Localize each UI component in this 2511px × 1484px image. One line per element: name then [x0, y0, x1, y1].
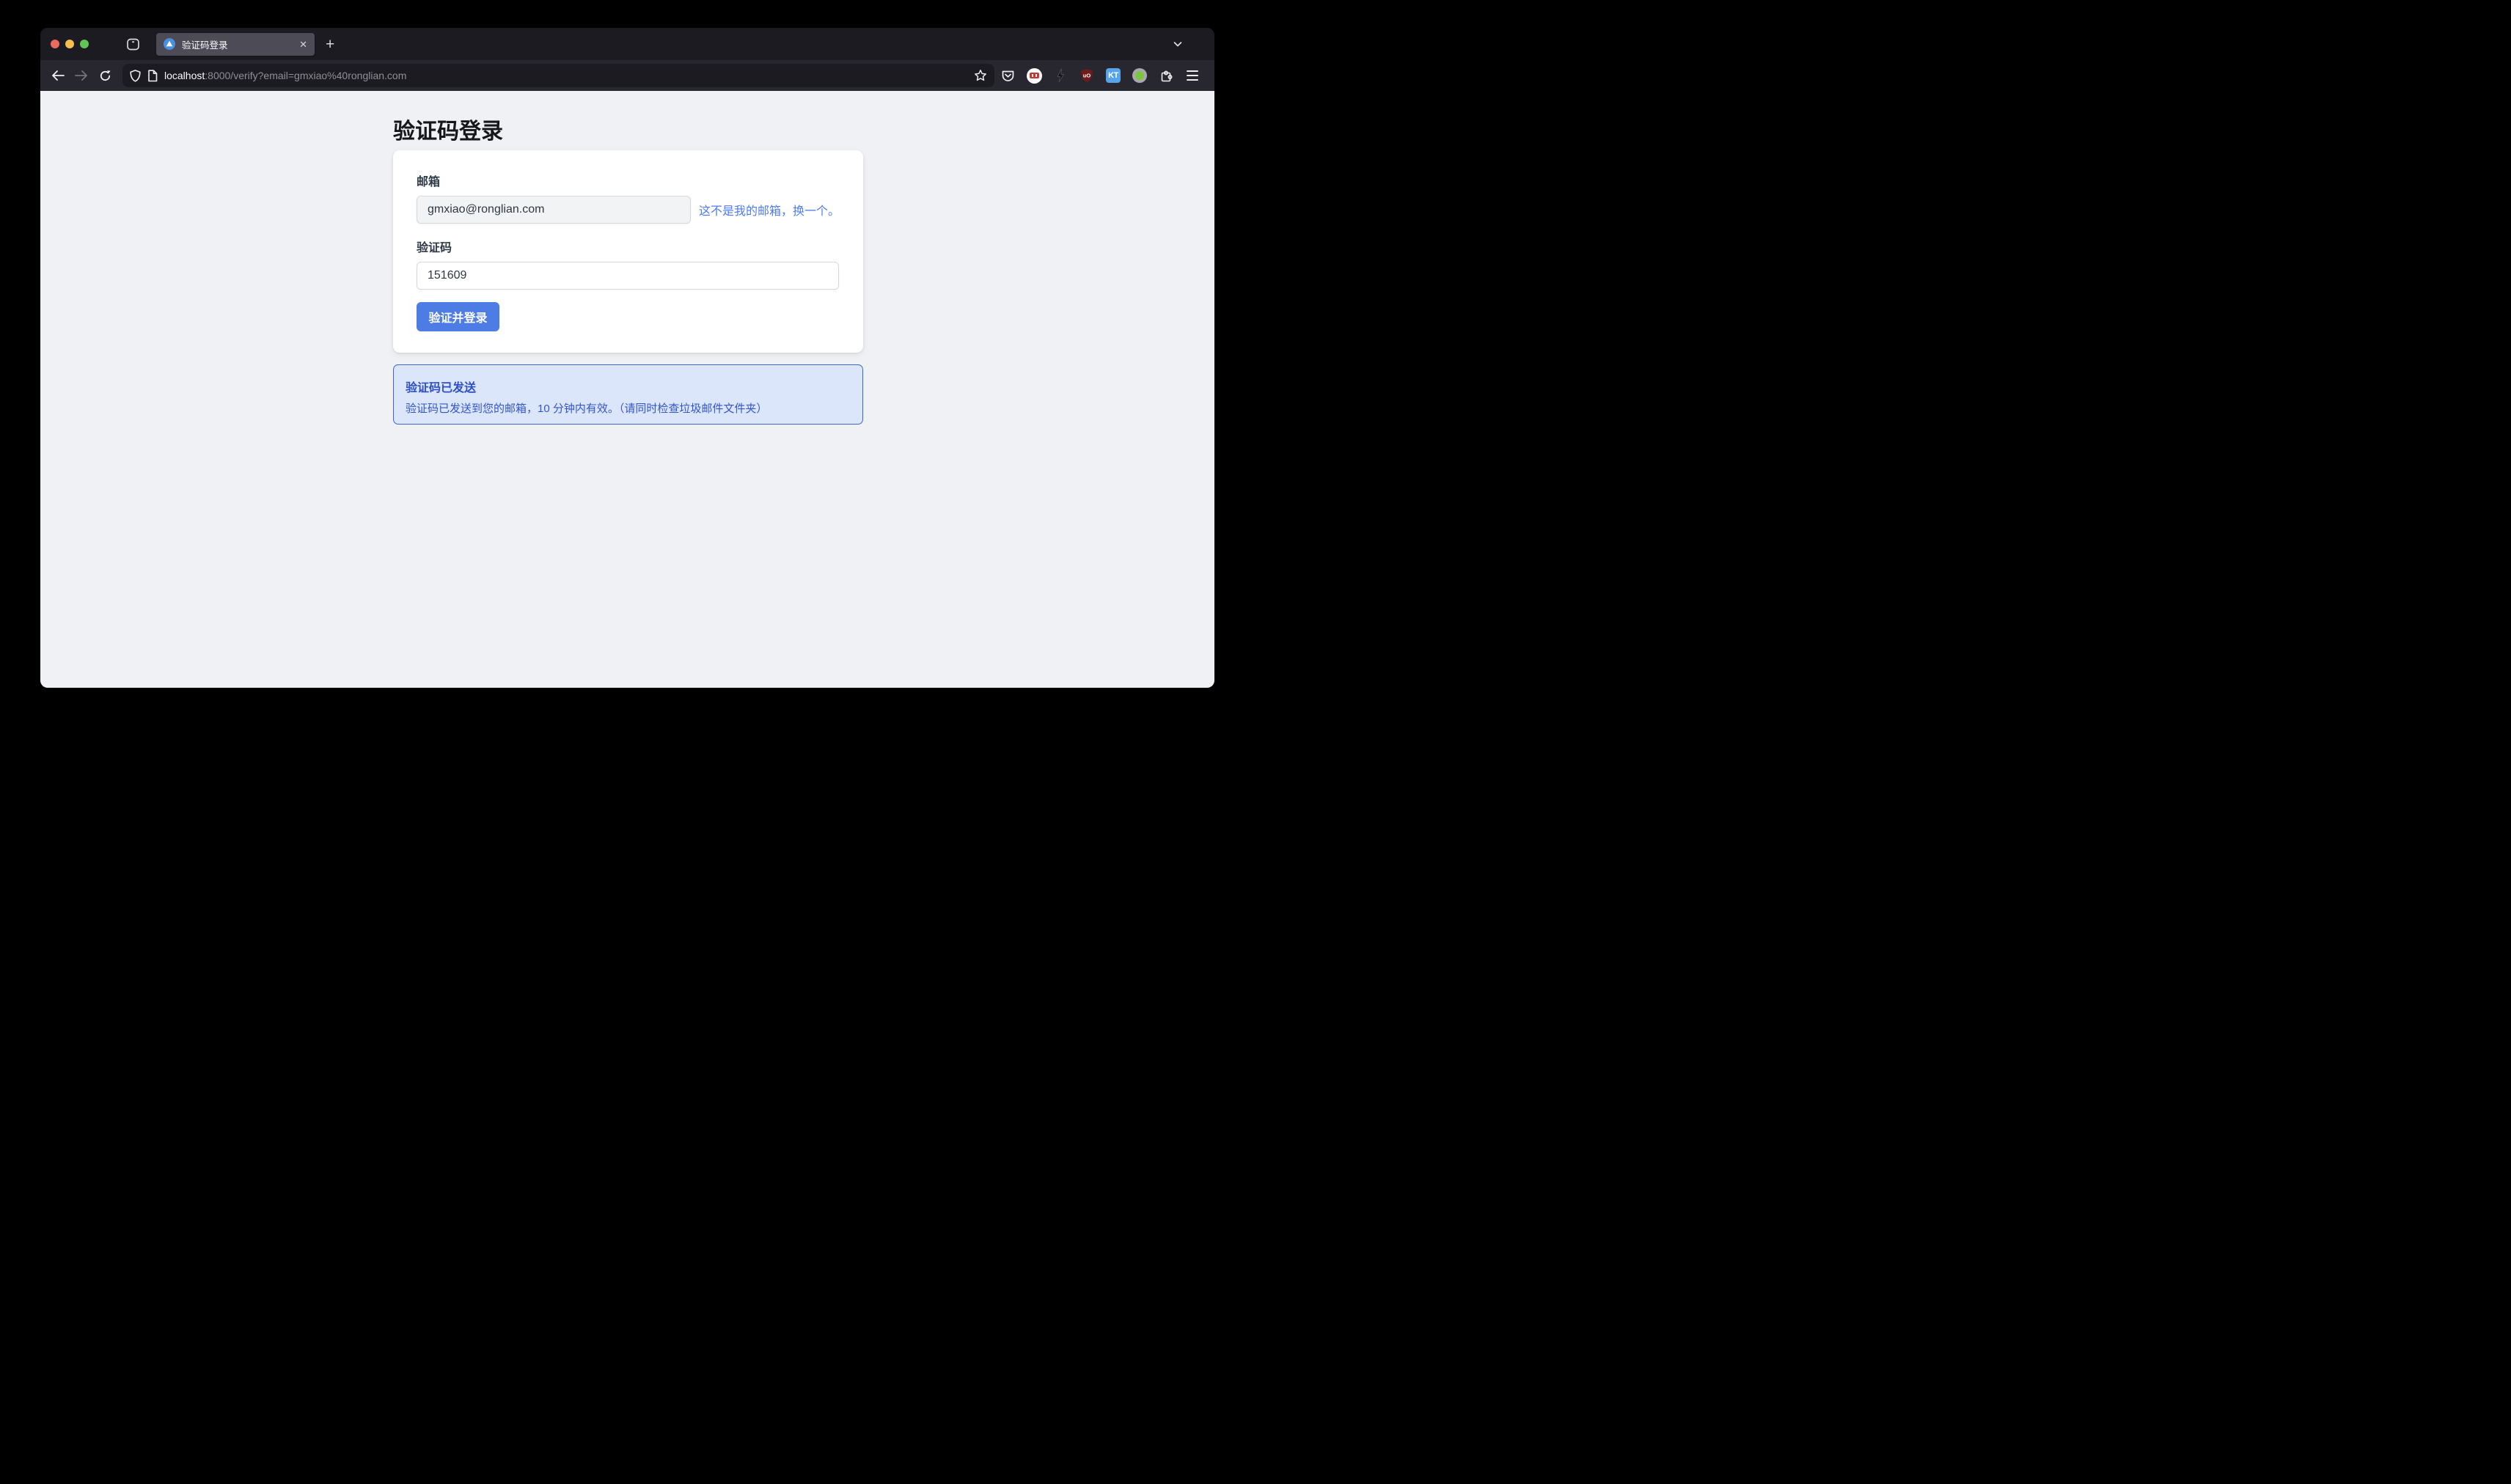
list-all-tabs-icon[interactable] — [1172, 28, 1184, 60]
extension-toolbar: uO KT — [994, 62, 1206, 89]
forward-icon[interactable] — [70, 64, 93, 87]
verify-login-button[interactable]: 验证并登录 — [417, 302, 499, 331]
tab-favicon — [164, 38, 175, 50]
tab-close-icon[interactable]: ✕ — [299, 40, 307, 49]
alert-title: 验证码已发送 — [406, 378, 851, 395]
page-content: 验证码登录 邮箱 这不是我的邮箱，换一个。 验证码 验证并登录 验证码已发送 验… — [40, 91, 1214, 688]
email-label: 邮箱 — [417, 172, 840, 189]
page-info-icon[interactable] — [147, 70, 158, 82]
change-email-link[interactable]: 这不是我的邮箱，换一个。 — [699, 201, 840, 218]
verify-form-card: 邮箱 这不是我的邮箱，换一个。 验证码 验证并登录 — [393, 150, 863, 353]
navigation-toolbar: localhost:8000/verify?email=gmxiao%40ron… — [40, 60, 1214, 91]
tab-title: 验证码登录 — [182, 37, 293, 51]
battery-extension-icon[interactable] — [1021, 62, 1047, 89]
back-icon[interactable] — [46, 64, 70, 87]
url-text: localhost:8000/verify?email=gmxiao%40ron… — [164, 70, 406, 81]
tracking-protection-shield-icon[interactable] — [130, 70, 141, 82]
firefox-view-icon[interactable] — [125, 37, 140, 51]
minimize-window-button[interactable] — [65, 40, 74, 48]
tab-bar: 验证码登录 ✕ + — [40, 28, 1214, 60]
code-label: 验证码 — [417, 238, 840, 255]
code-sent-alert: 验证码已发送 验证码已发送到您的邮箱，10 分钟内有效。（请同时检查垃圾邮件文件… — [393, 364, 863, 425]
browser-window: 验证码登录 ✕ + — [40, 28, 1214, 688]
zoom-window-button[interactable] — [80, 40, 89, 48]
page-title: 验证码登录 — [393, 113, 503, 145]
url-host: localhost — [164, 70, 205, 81]
pocket-icon[interactable] — [994, 62, 1021, 89]
bookmark-star-icon[interactable] — [974, 69, 987, 82]
proxy-extension-icon[interactable] — [1126, 62, 1153, 89]
window-controls — [51, 40, 89, 48]
menu-hamburger-icon[interactable] — [1179, 62, 1206, 89]
url-bar[interactable]: localhost:8000/verify?email=gmxiao%40ron… — [122, 64, 994, 87]
email-field[interactable] — [417, 196, 691, 224]
ublock-origin-icon[interactable]: uO — [1074, 62, 1100, 89]
kt-extension-icon[interactable]: KT — [1100, 62, 1126, 89]
extensions-puzzle-icon[interactable] — [1153, 62, 1179, 89]
alert-body: 验证码已发送到您的邮箱，10 分钟内有效。（请同时检查垃圾邮件文件夹） — [406, 400, 851, 416]
new-tab-button[interactable]: + — [326, 37, 334, 52]
verification-code-field[interactable] — [417, 262, 839, 290]
close-window-button[interactable] — [51, 40, 59, 48]
lightning-bolt-icon[interactable] — [1047, 62, 1074, 89]
url-path: :8000/verify?email=gmxiao%40ronglian.com — [205, 70, 406, 81]
tab-verify-login[interactable]: 验证码登录 ✕ — [156, 33, 315, 56]
ubo-label: uO — [1083, 73, 1091, 79]
reload-icon[interactable] — [93, 64, 117, 87]
